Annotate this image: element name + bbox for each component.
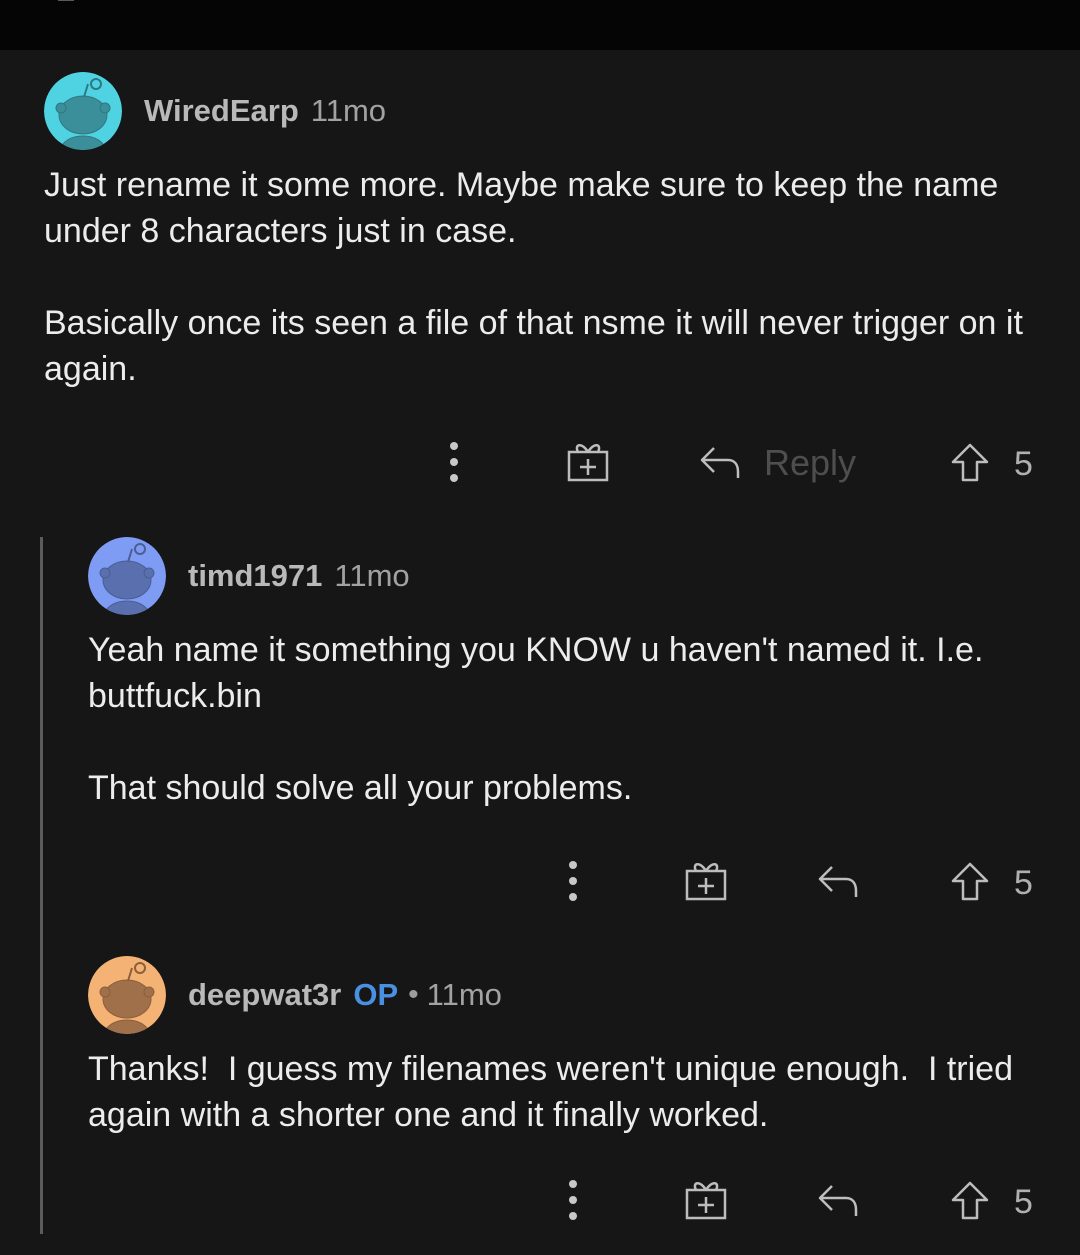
snoo-avatar-icon[interactable] [88,537,166,615]
comment-deepwat3r: deepwat3r OP • 11mo Thanks! I guess my f… [88,956,1058,1156]
comment-body: Just rename it some more. Maybe make sur… [44,162,1044,392]
comment-age: 11mo [334,558,410,593]
op-badge: OP [353,977,399,1012]
reply-arrow-icon[interactable] [698,442,742,480]
thread-line[interactable] [40,537,43,1234]
comment-header: WiredEarp 11mo [44,72,386,150]
comment-paragraph: Just rename it some more. Maybe make sur… [44,166,999,250]
username[interactable]: WiredEarp [144,93,299,129]
comment-paragraph: Basically once its seen a file of that n… [44,304,1023,388]
more-options-icon[interactable] [567,1178,579,1222]
award-gift-icon[interactable] [684,1178,728,1220]
reply-button[interactable]: Reply [764,442,856,484]
menu-icon[interactable] [48,0,82,6]
comment-wiredearp: WiredEarp 11mo Just rename it some more.… [44,72,1044,492]
username[interactable]: deepwat3r [188,977,341,1013]
more-options-icon[interactable] [448,440,460,484]
vote-count: 5 [1014,445,1033,483]
award-gift-icon[interactable] [684,859,728,901]
comment-body: Thanks! I guess my filenames weren't uni… [88,1046,1058,1138]
comment-paragraph: Thanks! I guess my filenames weren't uni… [88,1050,1023,1134]
comment-body: Yeah name it something you KNOW u haven'… [88,627,1048,811]
upvote-arrow-icon[interactable] [950,1180,990,1222]
comment-actions: Reply 5 [440,438,1040,488]
comment-paragraph: Yeah name it something you KNOW u haven'… [88,631,984,715]
comment-age: 11mo [426,977,502,1012]
snoo-avatar-icon[interactable] [88,956,166,1034]
comment-header: timd1971 11mo [88,537,410,615]
more-options-icon[interactable] [567,859,579,903]
comment-age: 11mo [310,93,387,128]
upvote-arrow-icon[interactable] [950,442,990,484]
comment-timd1971: timd1971 11mo Yeah name it something you… [88,537,1048,837]
snoo-avatar-icon[interactable] [44,72,122,150]
separator-dot: • [408,978,419,1011]
upvote-arrow-icon[interactable] [950,861,990,903]
reply-arrow-icon[interactable] [816,1180,860,1218]
award-gift-icon[interactable] [566,440,610,482]
comment-actions: 5 [440,1176,1040,1226]
vote-count: 5 [1014,1183,1033,1221]
username[interactable]: timd1971 [188,558,322,594]
vote-count: 5 [1014,864,1033,902]
comment-actions: 5 [440,857,1040,907]
comment-paragraph: That should solve all your problems. [88,769,633,807]
comment-header: deepwat3r OP • 11mo [88,956,502,1034]
top-bar [0,0,1080,50]
reply-arrow-icon[interactable] [816,861,860,899]
